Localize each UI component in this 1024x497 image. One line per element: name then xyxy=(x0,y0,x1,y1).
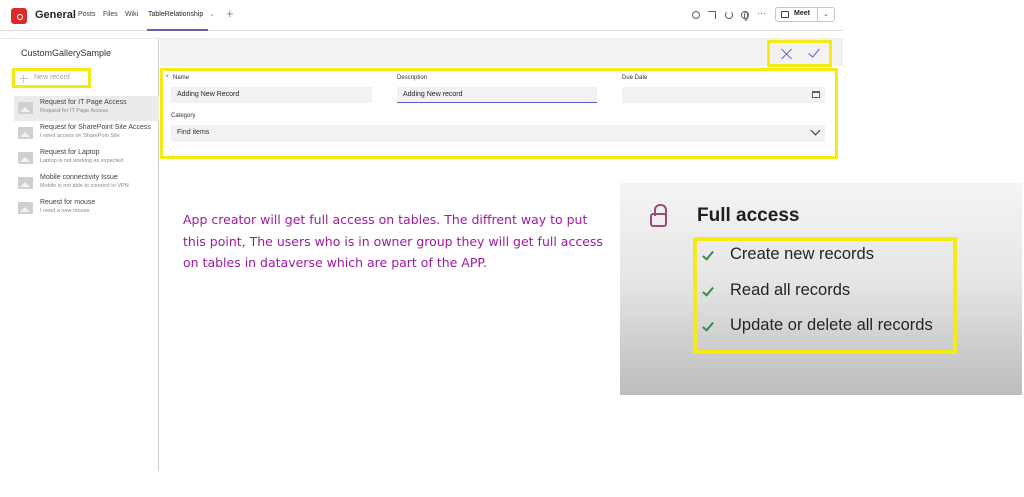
image-placeholder-icon xyxy=(18,127,33,139)
expand-icon[interactable] xyxy=(708,11,716,19)
due-date-field[interactable] xyxy=(622,87,825,103)
required-marker: * xyxy=(166,75,169,81)
chat-icon[interactable] xyxy=(692,11,700,19)
team-avatar-icon[interactable] xyxy=(11,8,27,24)
list-item-title: Mobile connectivity Issue xyxy=(40,174,118,181)
permission-label: Update or delete all records xyxy=(730,316,933,334)
cancel-close-icon[interactable] xyxy=(781,48,793,60)
globe-icon[interactable] xyxy=(741,11,749,21)
permission-label: Create new records xyxy=(730,245,874,263)
chevron-down-icon[interactable] xyxy=(810,125,821,136)
annotation-text: App creator will get full access on tabl… xyxy=(183,212,603,270)
video-camera-icon xyxy=(781,11,789,18)
permission-label: Read all records xyxy=(730,281,851,299)
image-placeholder-icon xyxy=(18,152,33,164)
list-item-title: Request for Laptop xyxy=(40,149,100,156)
meet-button[interactable]: Meet xyxy=(775,7,818,22)
lock-icon xyxy=(650,204,667,227)
list-item-title: Request for IT Page Access xyxy=(40,99,127,106)
name-field[interactable]: Adding New Record xyxy=(171,87,372,103)
meet-dropdown-button[interactable]: ⌄ xyxy=(818,7,835,22)
list-item[interactable]: Mobile connectivity Issue Mobile is not … xyxy=(14,171,159,196)
list-item[interactable]: Request for SharePoint Site Access I nee… xyxy=(14,121,159,146)
chevron-down-icon: ⌄ xyxy=(823,11,829,18)
plus-icon xyxy=(20,75,28,83)
teams-header: General Posts Files Wiki TableRelationsh… xyxy=(0,0,843,31)
list-item[interactable]: Reuest for mouse I need a new mouse xyxy=(14,196,159,221)
due-date-label: Due Date xyxy=(622,75,648,81)
full-access-inset: Full access Create new records Read all … xyxy=(620,183,1022,395)
form-actions xyxy=(767,40,832,67)
check-icon xyxy=(702,248,714,261)
category-placeholder: Find items xyxy=(177,129,210,136)
edit-form: * Name Adding New Record Description Add… xyxy=(160,68,838,159)
submit-check-icon[interactable] xyxy=(808,45,820,58)
form-action-bar xyxy=(160,39,843,66)
category-combobox[interactable]: Find items xyxy=(171,125,825,142)
list-item-subtitle: Mobile is not able to connect to VPN xyxy=(40,183,129,189)
active-tab-indicator xyxy=(147,29,208,31)
list-item[interactable]: Request for Laptop Laptop is not working… xyxy=(14,146,159,171)
full-access-title: Full access xyxy=(697,205,800,226)
category-label: Category xyxy=(171,113,196,119)
tab-chevron-down-icon[interactable]: ⌄ xyxy=(209,10,215,18)
check-icon xyxy=(702,319,714,332)
refresh-icon[interactable] xyxy=(725,11,733,19)
app-title: CustomGallerySample xyxy=(21,48,112,58)
gallery-list: Request for IT Page Access Request for I… xyxy=(14,96,159,221)
list-item-subtitle: I need access on SharePoin Site xyxy=(40,133,120,139)
image-placeholder-icon xyxy=(18,102,33,114)
list-item-title: Reuest for mouse xyxy=(40,199,96,206)
name-label: Name xyxy=(173,75,190,81)
tab-posts[interactable]: Posts xyxy=(78,11,96,18)
add-tab-icon[interactable]: + xyxy=(226,6,234,21)
image-placeholder-icon xyxy=(18,202,33,214)
gallery-sidebar: CustomGallerySample New record Request f… xyxy=(0,39,159,471)
new-record-label: New record xyxy=(34,74,70,81)
more-options-icon[interactable]: ··· xyxy=(757,8,766,18)
tab-wiki[interactable]: Wiki xyxy=(125,11,138,18)
description-label: Description xyxy=(397,75,428,81)
meet-button-label: Meet xyxy=(794,10,810,17)
calendar-icon[interactable] xyxy=(812,91,820,98)
list-item-title: Request for SharePoint Site Access xyxy=(40,124,151,131)
description-field[interactable]: Adding New record xyxy=(397,87,597,103)
check-icon xyxy=(702,284,714,297)
tab-table-relationship[interactable]: TableRelationship xyxy=(148,11,203,18)
image-placeholder-icon xyxy=(18,177,33,189)
list-item-subtitle: Request for IT Page Access xyxy=(40,108,109,114)
list-item[interactable]: Request for IT Page Access Request for I… xyxy=(14,96,159,121)
channel-name: General xyxy=(35,9,76,21)
permissions-list: Create new records Read all records Upda… xyxy=(693,237,957,354)
tab-files[interactable]: Files xyxy=(103,11,118,18)
list-item-subtitle: I need a new mouse xyxy=(40,208,90,214)
new-record-button[interactable]: New record xyxy=(12,68,91,88)
list-item-subtitle: Laptop is not working as expected xyxy=(40,158,124,164)
